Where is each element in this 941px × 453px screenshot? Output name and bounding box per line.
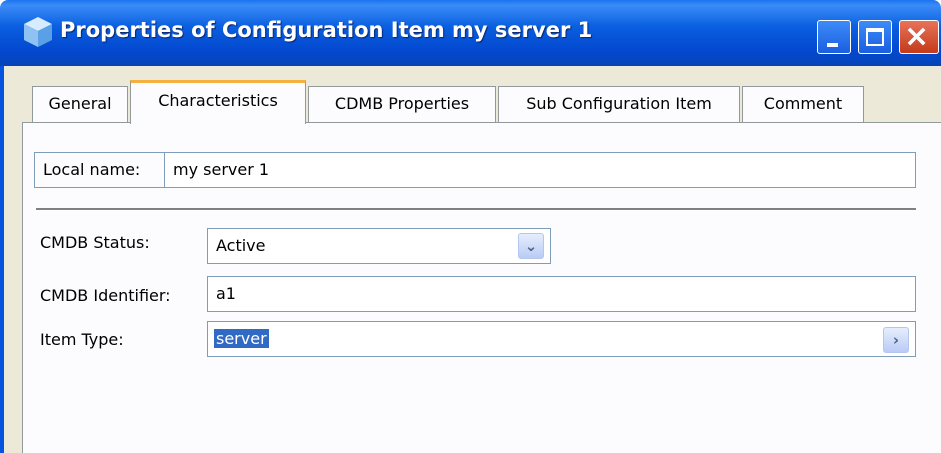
minimize-button[interactable] [817,20,851,54]
close-button[interactable]: × [899,19,939,54]
title-bar[interactable]: Properties of Configuration Item my serv… [0,0,941,66]
tab-general[interactable]: General [32,86,128,122]
cmdb-identifier-label: CMDB Identifier: [40,286,171,305]
cube-icon [24,17,52,47]
window-title: Properties of Configuration Item my serv… [60,18,593,42]
chevron-down-icon: ⌄ [524,237,538,255]
cmdb-status-select[interactable]: Active [207,228,551,264]
tab-comment[interactable]: Comment [742,86,864,122]
cmdb-status-value: Active [216,236,266,255]
minimize-icon [827,43,838,47]
cmdb-status-label: CMDB Status: [40,233,150,252]
local-name-input[interactable]: my server 1 [164,152,916,188]
divider-highlight [36,210,916,211]
tab-characteristics[interactable]: Characteristics [130,80,306,124]
close-icon: × [904,19,930,54]
tab-sub-configuration-item[interactable]: Sub Configuration Item [498,86,740,122]
chevron-right-icon: › [892,331,900,349]
item-type-browse-button[interactable]: › [883,327,909,353]
maximize-icon [866,28,884,46]
item-type-input[interactable]: server [207,321,916,357]
local-name-label: Local name: [34,152,164,188]
tab-cdmb-properties[interactable]: CDMB Properties [308,86,496,122]
cmdb-identifier-input[interactable]: a1 [207,276,916,312]
maximize-button[interactable] [858,20,892,54]
item-type-value: server [214,329,269,348]
item-type-label: Item Type: [40,330,124,349]
cmdb-status-dropdown-button[interactable]: ⌄ [518,233,544,259]
